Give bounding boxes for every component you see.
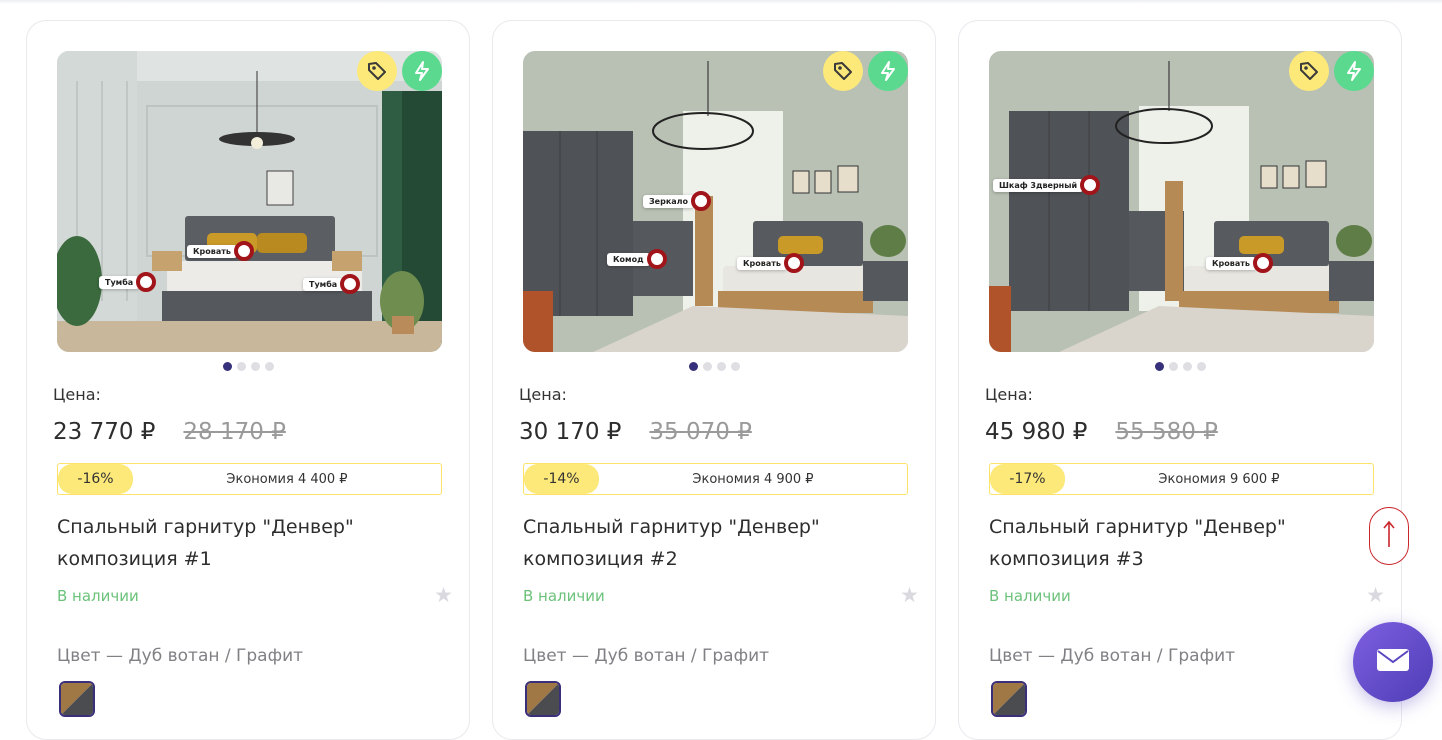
hotspot-label: Кровать xyxy=(1206,256,1256,270)
savings-bar: -17% Экономия 9 600 ₽ xyxy=(989,463,1374,495)
hotspot-label: Тумба xyxy=(99,275,140,289)
price-tag-icon xyxy=(357,51,397,91)
color-swatch[interactable] xyxy=(59,681,95,717)
current-price: 23 770 ₽ xyxy=(53,419,156,445)
hotspot-bed[interactable]: Кровать xyxy=(737,253,804,273)
product-card-3[interactable]: Шкаф 3дверный Кровать Цена: 45 980 ₽ 55 … xyxy=(958,20,1402,740)
savings-text: Экономия 4 400 ₽ xyxy=(226,471,348,487)
savings-text: Экономия 9 600 ₽ xyxy=(1158,471,1280,487)
discount-badge: -16% xyxy=(58,464,133,494)
hotspot-label: Комод xyxy=(607,252,650,266)
star-icon[interactable]: ★ xyxy=(900,583,919,607)
product-title[interactable]: Спальный гарнитур "Денвер" композиция #1 xyxy=(57,511,457,575)
old-price: 55 580 ₽ xyxy=(1115,419,1218,445)
hotspot-mirror[interactable]: Зеркало xyxy=(643,191,712,211)
carousel-dots[interactable] xyxy=(493,362,935,371)
color-swatch[interactable] xyxy=(525,681,561,717)
star-icon[interactable]: ★ xyxy=(434,583,453,607)
price-label: Цена: xyxy=(985,385,1033,404)
price-label: Цена: xyxy=(519,385,567,404)
hotspot-bed[interactable]: Кровать xyxy=(1206,253,1273,273)
price-label: Цена: xyxy=(53,385,101,404)
price-row: 23 770 ₽ 28 170 ₽ xyxy=(53,419,286,445)
savings-bar: -16% Экономия 4 400 ₽ xyxy=(57,463,442,495)
scroll-top-button[interactable] xyxy=(1369,507,1409,565)
savings-text: Экономия 4 900 ₽ xyxy=(692,471,814,487)
hotspot-nightstand[interactable]: Тумба xyxy=(99,272,157,292)
stock-status: В наличии xyxy=(989,587,1071,605)
header-shadow xyxy=(0,0,1442,4)
hotspot-dresser[interactable]: Комод xyxy=(607,249,667,269)
hotspot-label: Зеркало xyxy=(643,194,695,208)
contact-button[interactable] xyxy=(1353,622,1433,702)
product-card-1[interactable]: Кровать Тумба Тумба Цена: 23 770 ₽ 28 17… xyxy=(26,20,470,740)
lightning-icon xyxy=(868,51,908,91)
hotspot-label: Кровать xyxy=(187,244,237,258)
hotspot-nightstand[interactable]: Тумба xyxy=(303,274,361,294)
product-photo[interactable]: Шкаф 3дверный Кровать xyxy=(989,51,1374,352)
lightning-icon xyxy=(402,51,442,91)
price-tag-icon xyxy=(823,51,863,91)
hotspot-label: Шкаф 3дверный xyxy=(993,178,1084,192)
hotspot-wardrobe[interactable]: Шкаф 3дверный xyxy=(993,175,1101,195)
hotspot-label: Тумба xyxy=(303,277,344,291)
old-price: 28 170 ₽ xyxy=(183,419,286,445)
hotspot-label: Кровать xyxy=(737,256,787,270)
product-card-2[interactable]: Зеркало Комод Кровать Цена: 30 170 ₽ 35 … xyxy=(492,20,936,740)
discount-badge: -17% xyxy=(990,464,1065,494)
lightning-icon xyxy=(1334,51,1374,91)
hotspot-bed[interactable]: Кровать xyxy=(187,241,254,261)
price-row: 30 170 ₽ 35 070 ₽ xyxy=(519,419,752,445)
carousel-dots[interactable] xyxy=(959,362,1401,371)
savings-bar: -14% Экономия 4 900 ₽ xyxy=(523,463,908,495)
product-photo[interactable]: Зеркало Комод Кровать xyxy=(523,51,908,352)
product-photo[interactable]: Кровать Тумба Тумба xyxy=(57,51,442,352)
arrow-up-icon xyxy=(1381,519,1397,553)
color-label: Цвет — Дуб вотан / Графит xyxy=(989,646,1236,666)
discount-badge: -14% xyxy=(524,464,599,494)
color-swatch[interactable] xyxy=(991,681,1027,717)
star-icon[interactable]: ★ xyxy=(1366,583,1385,607)
price-tag-icon xyxy=(1289,51,1329,91)
current-price: 45 980 ₽ xyxy=(985,419,1088,445)
stock-status: В наличии xyxy=(57,587,139,605)
price-row: 45 980 ₽ 55 580 ₽ xyxy=(985,419,1218,445)
old-price: 35 070 ₽ xyxy=(649,419,752,445)
product-title[interactable]: Спальный гарнитур "Денвер" композиция #3 xyxy=(989,511,1389,575)
mail-icon xyxy=(1376,648,1410,676)
color-label: Цвет — Дуб вотан / Графит xyxy=(523,646,770,666)
color-label: Цвет — Дуб вотан / Графит xyxy=(57,646,304,666)
current-price: 30 170 ₽ xyxy=(519,419,622,445)
product-title[interactable]: Спальный гарнитур "Денвер" композиция #2 xyxy=(523,511,923,575)
carousel-dots[interactable] xyxy=(27,362,469,371)
stock-status: В наличии xyxy=(523,587,605,605)
